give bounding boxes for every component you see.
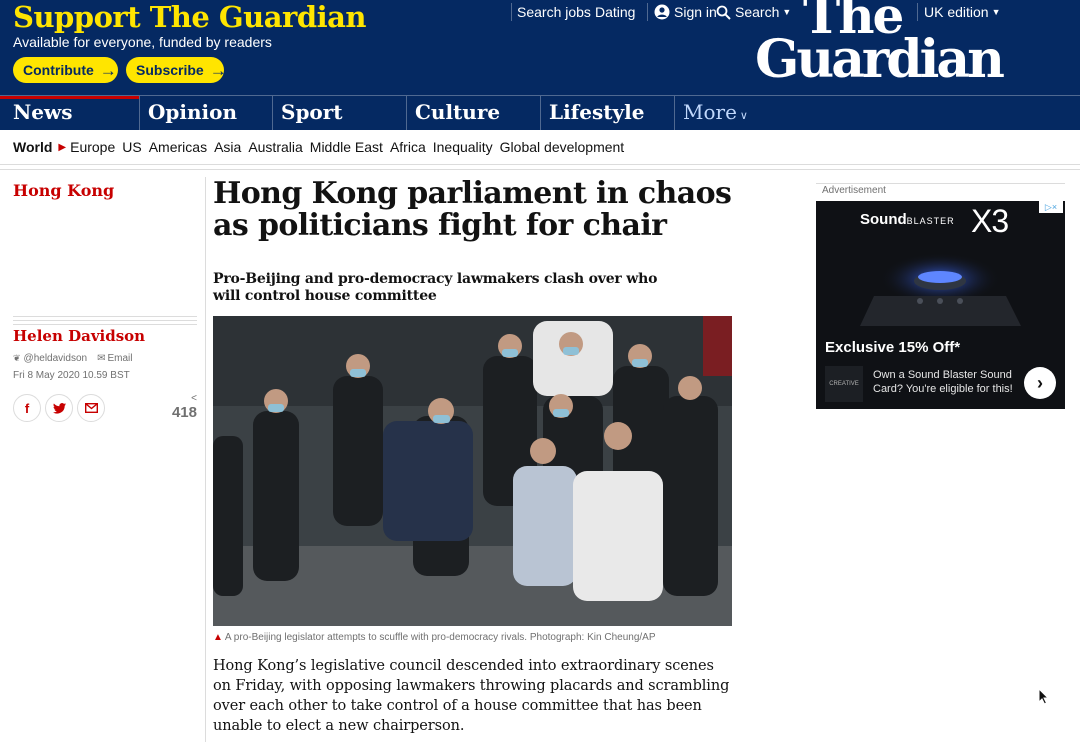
divider (511, 3, 512, 21)
share-email-button[interactable] (77, 394, 105, 422)
ad-chevron-right-icon[interactable]: › (1024, 367, 1056, 399)
search-jobs-link[interactable]: Search jobs (511, 3, 591, 21)
contribute-button[interactable]: Contribute → (13, 57, 118, 83)
article-main-photo[interactable] (213, 316, 732, 626)
support-subtitle: Available for everyone, funded by reader… (13, 34, 272, 50)
caption-text: A pro-Beijing legislator attempts to scu… (224, 632, 656, 643)
email-label: Email (107, 353, 133, 364)
subnav-item-africa[interactable]: Africa (390, 139, 426, 155)
share-buttons: f (13, 394, 105, 422)
author-contacts: ❦ @heldavidson ✉ Email (13, 353, 132, 364)
advertisement[interactable]: SoundBLASTER X3 ▷× Exclusive 15% Off* CR… (816, 201, 1065, 409)
section-subnav: World ▶ Europe US Americas Asia Australi… (0, 130, 1080, 165)
subnav-item-middle-east[interactable]: Middle East (310, 139, 383, 155)
photo-illustration (213, 316, 732, 626)
chevron-down-icon: ∨ (739, 109, 748, 122)
pillar-nav: News Opinion Sport Culture Lifestyle Mor… (0, 95, 1080, 130)
twitter-icon (52, 402, 66, 414)
triangle-up-icon: ▲ (213, 632, 223, 643)
sign-in-label: Sign in (674, 4, 717, 20)
subnav-item-asia[interactable]: Asia (214, 139, 241, 155)
twitter-link[interactable]: ❦ @heldavidson (13, 353, 87, 364)
more-label: More (683, 100, 737, 124)
twitter-icon: ❦ (13, 353, 21, 363)
sign-in-link[interactable]: Sign in (647, 3, 717, 21)
support-title[interactable]: Support The Guardian (13, 0, 367, 34)
dating-label: Dating (595, 4, 636, 20)
share-count-value: 418 (171, 404, 197, 421)
dating-link[interactable]: Dating (595, 3, 635, 21)
divider (647, 3, 648, 21)
byline-author[interactable]: Helen Davidson (13, 327, 145, 345)
subscribe-label: Subscribe (136, 62, 204, 78)
article-headline: Hong Kong parliament in chaos as politic… (213, 176, 732, 243)
article-body: Hong Kong’s legislative council descende… (213, 658, 730, 734)
pillar-opinion[interactable]: Opinion (139, 96, 272, 130)
email-icon: ✉ (97, 353, 106, 364)
dateline: Fri 8 May 2020 10.59 BST (13, 370, 130, 381)
pillar-lifestyle[interactable]: Lifestyle (540, 96, 674, 130)
subnav-world[interactable]: World (13, 139, 52, 155)
email-icon (84, 403, 98, 413)
guardian-logo[interactable]: The Guardian (755, 0, 1005, 90)
subnav-item-us[interactable]: US (122, 139, 141, 155)
arrow-right-icon: → (99, 60, 117, 80)
ad-brand-small: BLASTER (906, 216, 955, 226)
pillar-sport[interactable]: Sport (272, 96, 406, 130)
share-count: < 418 (165, 393, 197, 422)
meta-divider (13, 316, 197, 325)
photo-caption: ▲ A pro-Beijing legislator attempts to sc… (213, 632, 656, 643)
ad-copy: Own a Sound Blaster Sound Card? You're e… (873, 369, 1013, 395)
pillar-more[interactable]: More ∨ (674, 96, 814, 130)
search-icon (716, 5, 731, 20)
mouse-cursor-icon (1038, 688, 1050, 705)
share-facebook-button[interactable]: f (13, 394, 41, 422)
ad-creative-logo: CREATIVE (825, 366, 863, 402)
subnav-item-europe[interactable]: Europe (70, 139, 115, 155)
subnav-item-americas[interactable]: Americas (149, 139, 207, 155)
subnav-item-inequality[interactable]: Inequality (433, 139, 493, 155)
article-standfirst: Pro-Beijing and pro-democracy lawmakers … (213, 271, 658, 304)
pillar-news[interactable]: News (0, 96, 139, 130)
facebook-icon: f (24, 400, 30, 416)
subnav-item-australia[interactable]: Australia (248, 139, 302, 155)
ad-brand: SoundBLASTER (860, 211, 955, 228)
arrow-right-icon: → (209, 60, 227, 80)
subscribe-button[interactable]: Subscribe → (126, 57, 227, 83)
pillar-culture[interactable]: Culture (406, 96, 540, 130)
advertisement-label: Advertisement (816, 183, 1065, 196)
subnav-item-global-development[interactable]: Global development (500, 139, 625, 155)
email-link[interactable]: ✉ Email (97, 353, 132, 364)
user-avatar-icon (654, 4, 670, 20)
ad-offer: Exclusive 15% Off* (825, 339, 961, 356)
adchoices-icon[interactable]: ▷× (1039, 201, 1063, 213)
ad-model: X3 (971, 203, 1009, 239)
ad-brand-main: Sound (860, 211, 907, 228)
twitter-handle: @heldavidson (23, 353, 88, 364)
logo-guardian: Guardian (755, 29, 1005, 90)
section-tag[interactable]: Hong Kong (13, 181, 114, 200)
divider (0, 169, 1080, 170)
share-twitter-button[interactable] (45, 394, 73, 422)
support-banner: Support The Guardian Available for every… (0, 0, 1080, 95)
column-divider (205, 177, 206, 742)
share-icon: < (191, 393, 197, 404)
contribute-label: Contribute (23, 62, 94, 78)
triangle-right-icon: ▶ (58, 141, 67, 153)
search-jobs-label: Search jobs (517, 4, 591, 20)
